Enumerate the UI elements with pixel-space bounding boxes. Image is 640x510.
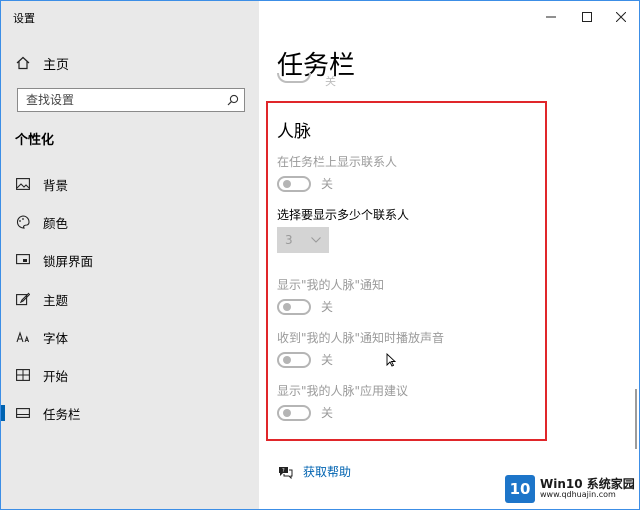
- section-label: 个性化: [15, 133, 55, 148]
- picture-icon: [15, 176, 31, 192]
- sound-toggle-row[interactable]: 关: [277, 351, 333, 368]
- sidebar-item-label: 字体: [43, 330, 69, 346]
- close-button[interactable]: [601, 1, 639, 33]
- mouse-cursor-icon: [386, 352, 397, 371]
- sidebar-item-colors[interactable]: 颜色: [1, 207, 259, 237]
- toggle-state: 关: [321, 353, 334, 367]
- suggest-label: 显示"我的人脉"应用建议: [277, 384, 409, 398]
- home-icon: [15, 55, 31, 71]
- partial-toggle[interactable]: [277, 73, 311, 83]
- show-contacts-toggle[interactable]: [277, 175, 311, 192]
- sidebar-item-label: 主题: [43, 292, 69, 308]
- sidebar-item-label: 背景: [43, 177, 69, 193]
- suggest-toggle[interactable]: [277, 404, 311, 421]
- minimize-icon: [546, 16, 556, 18]
- sidebar-item-background[interactable]: 背景: [1, 169, 259, 199]
- get-help-link[interactable]: 获取帮助: [303, 463, 351, 480]
- sidebar-item-fonts[interactable]: 字体: [1, 322, 259, 352]
- scrollbar-thumb[interactable]: [635, 389, 637, 449]
- active-indicator: [1, 405, 5, 421]
- watermark-url: www.qdhuajin.com: [540, 490, 616, 500]
- chevron-down-icon: [311, 237, 321, 243]
- sidebar-item-start[interactable]: 开始: [1, 360, 259, 390]
- sidebar-item-taskbar[interactable]: 任务栏: [1, 398, 259, 428]
- contact-count-select[interactable]: 3: [277, 227, 329, 253]
- sidebar: 设置 主页 个性化 背景 颜色: [1, 1, 259, 509]
- main-panel: 任务栏 关 人脉 在任务栏上显示联系人 关 选择要显示多少个联系人 3 显示"我…: [259, 1, 639, 509]
- contact-count-label: 选择要显示多少个联系人: [277, 208, 410, 222]
- sound-label: 收到"我的人脉"通知时播放声音: [277, 331, 445, 345]
- sidebar-item-themes[interactable]: 主题: [1, 284, 259, 314]
- help-row[interactable]: ? 获取帮助: [277, 463, 351, 480]
- taskbar-icon: [15, 405, 31, 421]
- people-section-title: 人脉: [277, 122, 311, 142]
- notify-toggle-row[interactable]: 关: [277, 298, 333, 315]
- search-input[interactable]: [18, 89, 222, 111]
- sound-toggle[interactable]: [277, 351, 311, 368]
- sidebar-item-label: 开始: [43, 368, 69, 384]
- notify-label: 显示"我的人脉"通知: [277, 278, 385, 292]
- maximize-icon: [582, 12, 592, 22]
- show-contacts-label: 在任务栏上显示联系人: [277, 155, 398, 169]
- svg-text:?: ?: [282, 468, 285, 474]
- window-title: 设置: [13, 12, 35, 25]
- sidebar-item-label: 颜色: [43, 215, 69, 231]
- select-value: 3: [285, 233, 293, 247]
- watermark: 10 Win10 系统家园 www.qdhuajin.com: [505, 475, 635, 503]
- watermark-badge: 10: [505, 475, 535, 503]
- sidebar-item-label: 锁屏界面: [43, 253, 94, 269]
- sidebar-item-label: 主页: [43, 57, 70, 73]
- notify-toggle[interactable]: [277, 298, 311, 315]
- sidebar-item-home[interactable]: 主页: [15, 53, 69, 73]
- search-icon[interactable]: [222, 89, 244, 111]
- toggle-state: 关: [321, 177, 334, 191]
- sidebar-item-lockscreen[interactable]: 锁屏界面: [1, 245, 259, 275]
- toggle-state: 关: [321, 300, 334, 314]
- font-icon: [15, 329, 31, 345]
- sidebar-item-label: 任务栏: [43, 406, 81, 422]
- help-chat-icon: ?: [277, 464, 293, 480]
- close-icon: [616, 12, 626, 22]
- suggest-toggle-row[interactable]: 关: [277, 404, 333, 421]
- settings-window: 设置 主页 个性化 背景 颜色: [0, 0, 640, 510]
- palette-icon: [15, 214, 31, 230]
- search-box[interactable]: [17, 88, 245, 112]
- partial-toggle-state: 关: [325, 75, 336, 88]
- minimize-button[interactable]: [531, 1, 571, 33]
- start-icon: [15, 367, 31, 383]
- toggle-state: 关: [321, 406, 334, 420]
- show-contacts-toggle-row[interactable]: 关: [277, 175, 333, 192]
- lock-screen-icon: [15, 252, 31, 268]
- theme-brush-icon: [15, 291, 31, 307]
